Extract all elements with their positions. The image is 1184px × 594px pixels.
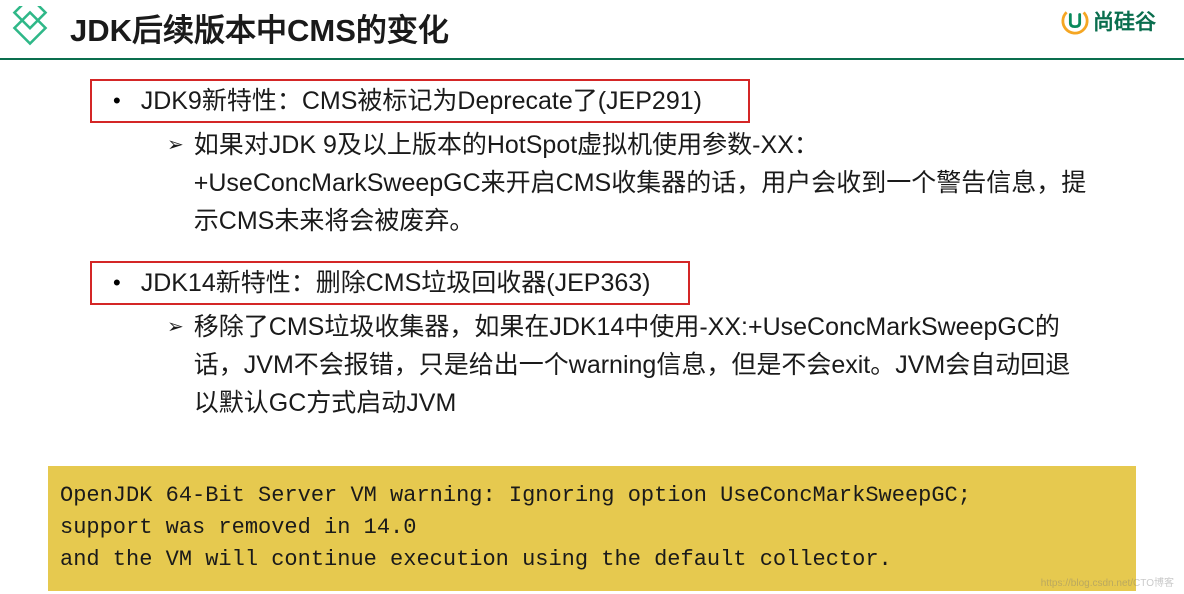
sub-list: ➢ 移除了CMS垃圾收集器，如果在JDK14中使用-XX:+UseConcMar… (95, 308, 1104, 422)
decor-diamond-icon (8, 6, 52, 50)
sub-text: 移除了CMS垃圾收集器，如果在JDK14中使用-XX:+UseConcMarkS… (194, 308, 1094, 422)
arrow-icon: ➢ (167, 126, 184, 164)
sub-item: ➢ 如果对JDK 9及以上版本的HotSpot虚拟机使用参数-XX：+UseCo… (167, 126, 1104, 240)
highlight-frame (90, 79, 750, 123)
bullet-title-row: • JDK9新特性：CMS被标记为Deprecate了(JEP291) (95, 82, 1104, 120)
bullet-item: • JDK9新特性：CMS被标记为Deprecate了(JEP291) ➢ 如果… (95, 82, 1104, 240)
code-line: and the VM will continue execution using… (60, 544, 1124, 576)
code-line: support was removed in 14.0 (60, 512, 1124, 544)
sub-text: 如果对JDK 9及以上版本的HotSpot虚拟机使用参数-XX：+UseConc… (194, 126, 1094, 240)
watermark-text: https://blog.csdn.net/CTO博客 (1041, 574, 1174, 589)
slide-content: • JDK9新特性：CMS被标记为Deprecate了(JEP291) ➢ 如果… (0, 60, 1184, 456)
brand-logo: 尚硅谷 (1061, 6, 1156, 36)
code-line: OpenJDK 64-Bit Server VM warning: Ignori… (60, 480, 1124, 512)
slide-header: JDK后续版本中CMS的变化 尚硅谷 (0, 0, 1184, 60)
sub-list: ➢ 如果对JDK 9及以上版本的HotSpot虚拟机使用参数-XX：+UseCo… (95, 126, 1104, 240)
bullet-title-row: • JDK14新特性：删除CMS垃圾回收器(JEP363) (95, 264, 1104, 302)
code-block: OpenJDK 64-Bit Server VM warning: Ignori… (48, 466, 1136, 591)
highlight-frame (90, 261, 690, 305)
bullet-item: • JDK14新特性：删除CMS垃圾回收器(JEP363) ➢ 移除了CMS垃圾… (95, 264, 1104, 422)
sub-item: ➢ 移除了CMS垃圾收集器，如果在JDK14中使用-XX:+UseConcMar… (167, 308, 1104, 422)
page-title: JDK后续版本中CMS的变化 (70, 5, 449, 50)
brand-text: 尚硅谷 (1093, 6, 1156, 36)
brand-icon (1061, 7, 1089, 35)
arrow-icon: ➢ (167, 308, 184, 346)
